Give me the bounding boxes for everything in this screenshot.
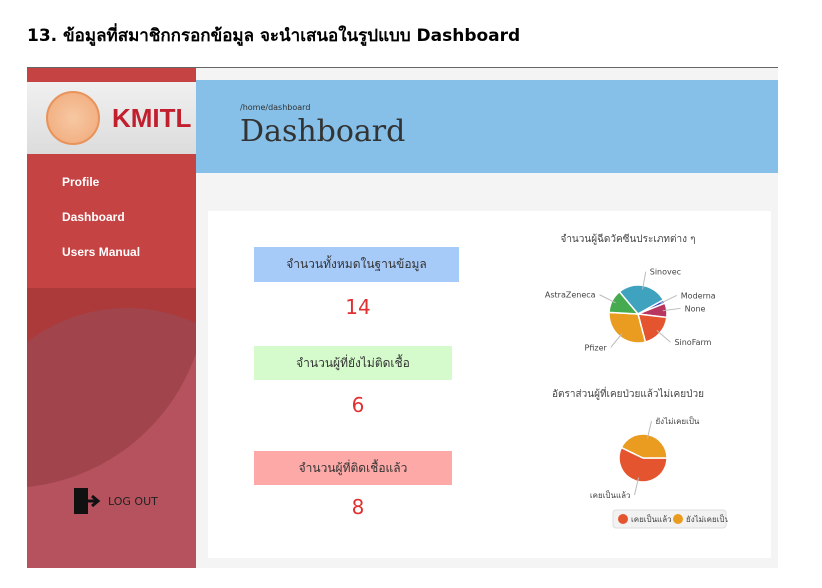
- sidebar-item-dashboard[interactable]: Dashboard: [62, 210, 125, 224]
- pie-label: ยังไม่เคยเป็น: [655, 416, 699, 426]
- logout-icon: [74, 488, 101, 514]
- vaccine-pie-chart: Sinovec Moderna None SinoFarm Pfizer AstraZen…: [545, 268, 716, 353]
- kmitl-seal-icon: [46, 91, 100, 145]
- stat-infected-value: 8: [351, 495, 365, 519]
- logout-button[interactable]: LOG OUT: [72, 486, 158, 516]
- dashboard-card: จำนวนทั้งหมดในฐานข้อมูล 14 จำนวนผู้ที่ยั…: [208, 211, 771, 558]
- pie-label: AstraZeneca: [545, 291, 596, 300]
- page-title: Dashboard: [240, 114, 406, 149]
- pie-label: Moderna: [681, 291, 716, 300]
- page-header: /home/dashboard Dashboard: [196, 80, 778, 173]
- stat-total-label: จำนวนทั้งหมดในฐานข้อมูล: [254, 247, 459, 282]
- pie-label: None: [685, 304, 706, 313]
- stat-not-infected-label: จำนวนผู้ที่ยังไม่ติดเชื้อ: [254, 346, 452, 380]
- pie-label: Pfizer: [585, 343, 608, 352]
- sidebar-item-profile[interactable]: Profile: [62, 175, 99, 189]
- breadcrumb: /home/dashboard: [240, 103, 311, 112]
- stat-total-value: 14: [345, 295, 371, 319]
- legend-marker[interactable]: [618, 514, 628, 524]
- logo[interactable]: KMITL: [27, 82, 196, 154]
- stat-not-infected-value: 6: [351, 393, 365, 417]
- pie-label: เคยเป็นแล้ว: [590, 490, 631, 500]
- pie-label: Sinovec: [650, 268, 681, 277]
- vaccine-chart-title: จำนวนผู้ฉีดวัคซีนประเภทต่าง ๆ: [560, 234, 696, 245]
- sidebar: KMITL Profile Dashboard Users Manual LOG…: [27, 68, 196, 568]
- sick-pie-chart: เคยเป็นแล้วยังไม่เคยเป็นเคยเป็นแล้ว ยังไม…: [590, 416, 728, 529]
- dashboard-window: KMITL Profile Dashboard Users Manual LOG…: [27, 67, 778, 568]
- sick-chart-title: อัตราส่วนผู้ที่เคยป่วยแล้วไม่เคยป่วย: [552, 389, 704, 400]
- legend-item[interactable]: ยังไม่เคยเป็น: [686, 514, 728, 524]
- label-connector: [656, 330, 671, 343]
- pie-label: SinoFarm: [674, 338, 711, 347]
- legend-item[interactable]: เคยเป็นแล้ว: [631, 514, 672, 524]
- stat-infected-label: จำนวนผู้ที่ติดเชื้อแล้ว: [254, 451, 452, 485]
- label-connector: [610, 333, 623, 348]
- legend-marker[interactable]: [673, 514, 683, 524]
- caption: 13. ข้อมูลที่สมาชิกกรอกข้อมูล จะนำเสนอใน…: [27, 26, 521, 46]
- sidebar-item-users-manual[interactable]: Users Manual: [62, 245, 140, 259]
